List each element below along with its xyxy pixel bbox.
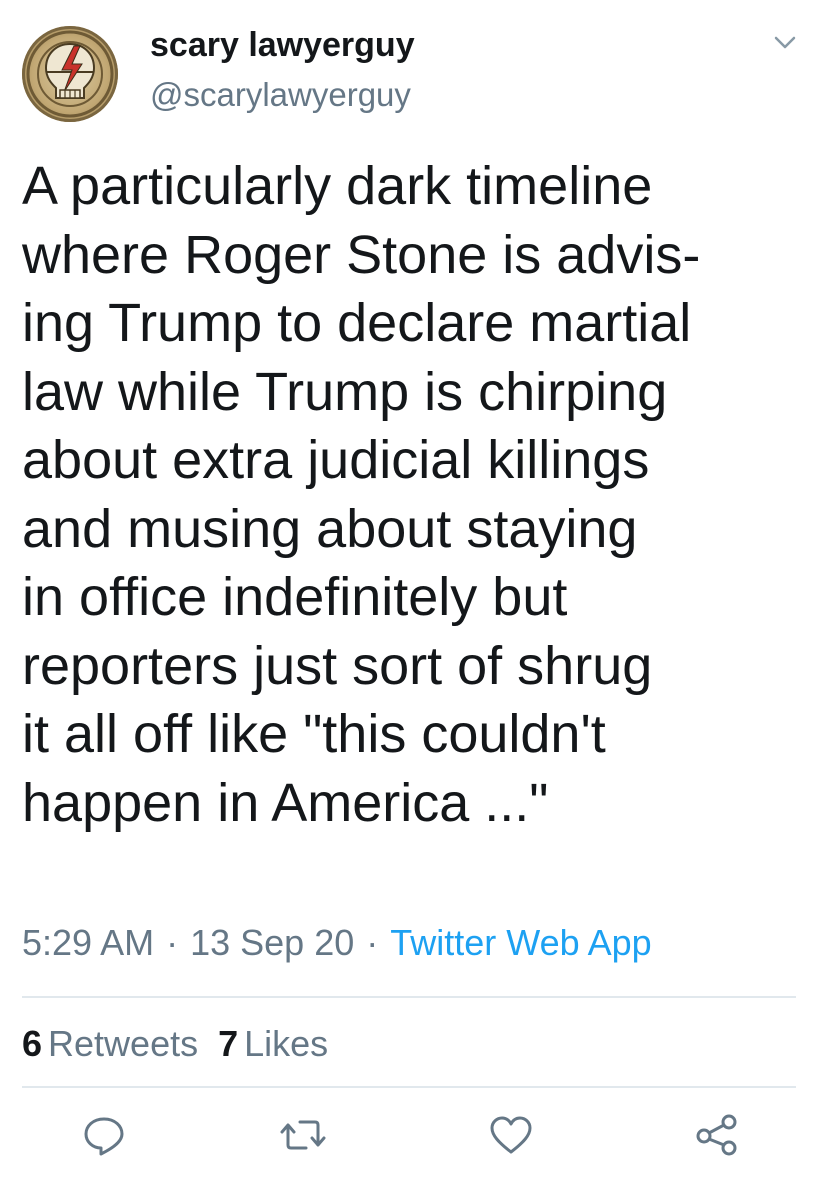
share-button[interactable] — [692, 1110, 742, 1160]
reply-button[interactable] — [79, 1110, 129, 1160]
likes-stat[interactable]: 7 Likes — [218, 1023, 348, 1064]
likes-label: Likes — [244, 1023, 329, 1064]
separator-dot: · — [166, 922, 179, 963]
avatar[interactable] — [22, 26, 118, 122]
separator-dot: · — [366, 922, 379, 963]
reply-icon — [84, 1117, 124, 1156]
retweets-label: Retweets — [48, 1023, 199, 1064]
share-icon — [696, 1114, 737, 1156]
action-bar — [0, 1110, 820, 1160]
retweet-button[interactable] — [278, 1110, 328, 1160]
chevron-down-icon[interactable] — [770, 30, 800, 54]
retweet-icon — [280, 1120, 326, 1150]
like-icon — [490, 1116, 532, 1154]
tweet-metadata: 5:29 AM · 13 Sep 20 · Twitter Web App — [22, 925, 652, 961]
user-handle[interactable]: @scarylawyerguy — [150, 78, 411, 111]
tweet-text: A particularly dark timeline where Roger… — [22, 156, 701, 833]
tweet-source-link[interactable]: Twitter Web App — [390, 922, 651, 963]
tweet-date[interactable]: 13 Sep 20 — [190, 922, 354, 963]
steal-your-face-skull-icon — [26, 30, 114, 118]
tweet-stats: 6 Retweets 7 Likes — [22, 1026, 348, 1062]
divider — [22, 996, 796, 998]
tweet-time[interactable]: 5:29 AM — [22, 922, 154, 963]
display-name[interactable]: scary lawyerguy — [150, 28, 415, 62]
divider — [22, 1086, 796, 1088]
like-button[interactable] — [486, 1110, 536, 1160]
likes-count: 7 — [218, 1023, 239, 1064]
retweets-stat[interactable]: 6 Retweets — [22, 1023, 218, 1064]
retweets-count: 6 — [22, 1023, 43, 1064]
